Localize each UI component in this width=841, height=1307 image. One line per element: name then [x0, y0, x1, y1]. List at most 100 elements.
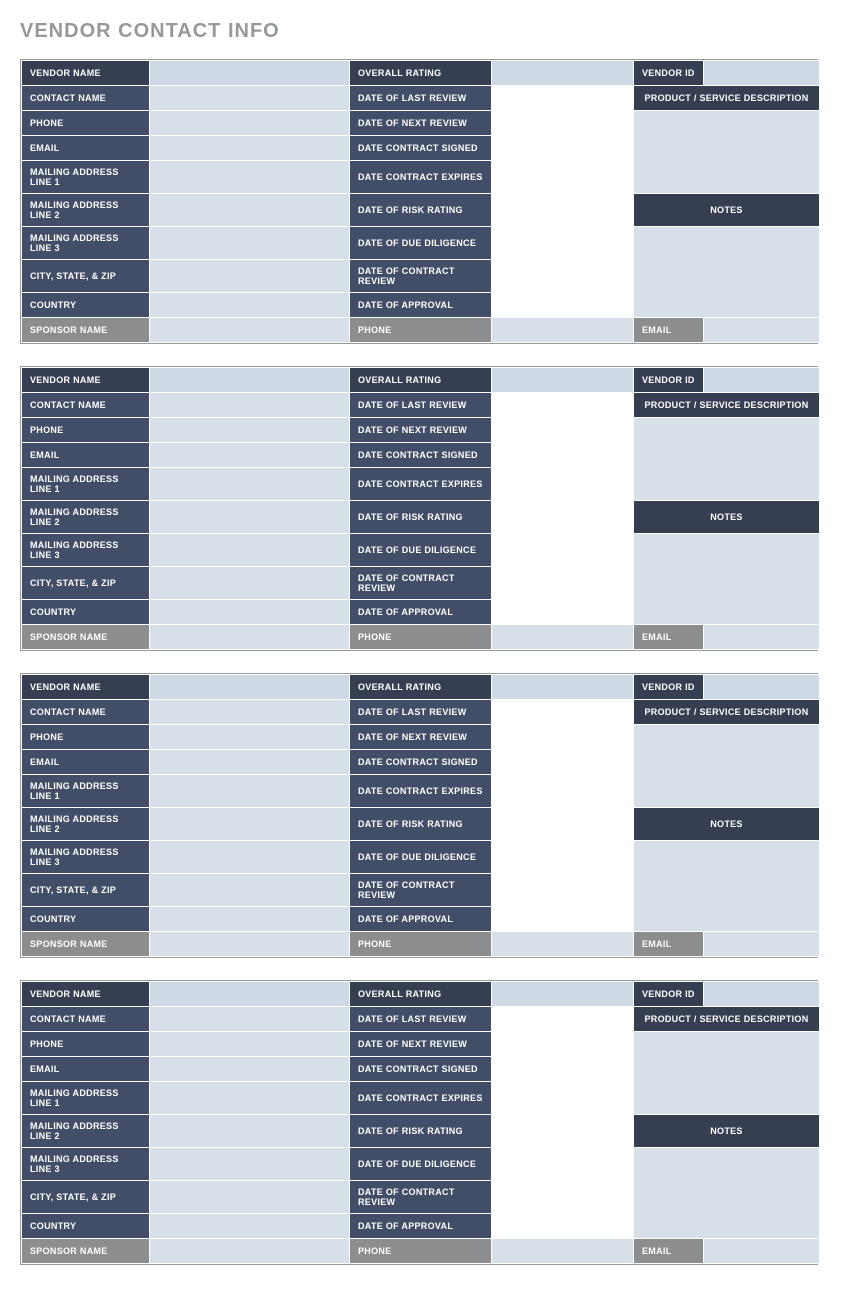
input-sponsor-email[interactable] [704, 625, 819, 649]
label-country: COUNTRY [22, 907, 150, 932]
input-mailing1[interactable] [150, 775, 349, 807]
input-date-due-diligence[interactable] [492, 1148, 633, 1180]
input-mailing1[interactable] [150, 1082, 349, 1114]
input-mailing3[interactable] [150, 841, 349, 873]
input-country[interactable] [150, 907, 349, 931]
input-notes[interactable] [634, 839, 819, 929]
input-vendor-id[interactable] [704, 61, 819, 85]
input-sponsor-name[interactable] [150, 318, 349, 342]
input-phone[interactable] [150, 111, 349, 135]
input-vendor-name[interactable] [150, 368, 349, 392]
input-vendor-id[interactable] [704, 982, 819, 1006]
input-vendor-name[interactable] [150, 982, 349, 1006]
input-contact-name[interactable] [150, 700, 349, 724]
input-date-risk-rating[interactable] [492, 194, 633, 226]
input-date-due-diligence[interactable] [492, 227, 633, 259]
input-vendor-id[interactable] [704, 368, 819, 392]
input-mailing3[interactable] [150, 534, 349, 566]
input-sponsor-phone[interactable] [492, 625, 633, 649]
input-vendor-name[interactable] [150, 675, 349, 699]
input-sponsor-email[interactable] [704, 1239, 819, 1263]
input-contact-name[interactable] [150, 1007, 349, 1031]
input-date-approval[interactable] [492, 907, 633, 931]
input-sponsor-email[interactable] [704, 932, 819, 956]
input-phone[interactable] [150, 1032, 349, 1056]
input-date-last-review[interactable] [492, 1007, 633, 1031]
input-product-desc[interactable] [634, 1030, 819, 1112]
input-mailing2[interactable] [150, 808, 349, 840]
input-date-contract-expires[interactable] [492, 468, 633, 500]
input-date-risk-rating[interactable] [492, 501, 633, 533]
input-email[interactable] [150, 1057, 349, 1081]
label-product-desc: PRODUCT / SERVICE DESCRIPTION [634, 86, 820, 111]
input-date-risk-rating[interactable] [492, 1115, 633, 1147]
input-date-contract-review[interactable] [492, 567, 633, 599]
input-city-state-zip[interactable] [150, 567, 349, 599]
input-product-desc[interactable] [634, 109, 819, 191]
input-phone[interactable] [150, 418, 349, 442]
input-mailing1[interactable] [150, 468, 349, 500]
input-date-approval[interactable] [492, 1214, 633, 1238]
input-mailing3[interactable] [150, 1148, 349, 1180]
input-country[interactable] [150, 600, 349, 624]
input-sponsor-phone[interactable] [492, 1239, 633, 1263]
input-phone[interactable] [150, 725, 349, 749]
input-date-contract-expires[interactable] [492, 1082, 633, 1114]
input-overall-rating[interactable] [492, 368, 633, 392]
input-mailing2[interactable] [150, 194, 349, 226]
input-overall-rating[interactable] [492, 675, 633, 699]
input-date-due-diligence[interactable] [492, 841, 633, 873]
input-date-next-review[interactable] [492, 725, 633, 749]
input-date-next-review[interactable] [492, 1032, 633, 1056]
input-sponsor-name[interactable] [150, 625, 349, 649]
input-date-last-review[interactable] [492, 700, 633, 724]
input-date-contract-signed[interactable] [492, 1057, 633, 1081]
input-email[interactable] [150, 750, 349, 774]
input-date-approval[interactable] [492, 600, 633, 624]
input-overall-rating[interactable] [492, 61, 633, 85]
input-date-contract-expires[interactable] [492, 775, 633, 807]
input-date-due-diligence[interactable] [492, 534, 633, 566]
input-date-risk-rating[interactable] [492, 808, 633, 840]
input-sponsor-name[interactable] [150, 1239, 349, 1263]
input-mailing1[interactable] [150, 161, 349, 193]
input-date-contract-signed[interactable] [492, 136, 633, 160]
input-sponsor-email[interactable] [704, 318, 819, 342]
input-sponsor-phone[interactable] [492, 318, 633, 342]
input-date-last-review[interactable] [492, 86, 633, 110]
input-sponsor-name[interactable] [150, 932, 349, 956]
input-date-contract-signed[interactable] [492, 443, 633, 467]
input-date-last-review[interactable] [492, 393, 633, 417]
input-contact-name[interactable] [150, 393, 349, 417]
input-vendor-id[interactable] [704, 675, 819, 699]
input-city-state-zip[interactable] [150, 1181, 349, 1213]
label-phone: PHONE [22, 111, 150, 136]
input-notes[interactable] [634, 1146, 819, 1236]
input-country[interactable] [150, 1214, 349, 1238]
input-date-contract-expires[interactable] [492, 161, 633, 193]
input-email[interactable] [150, 136, 349, 160]
input-sponsor-phone[interactable] [492, 932, 633, 956]
input-date-contract-review[interactable] [492, 260, 633, 292]
input-contact-name[interactable] [150, 86, 349, 110]
input-country[interactable] [150, 293, 349, 317]
input-mailing3[interactable] [150, 227, 349, 259]
input-product-desc[interactable] [634, 416, 819, 498]
input-date-contract-signed[interactable] [492, 750, 633, 774]
input-vendor-name[interactable] [150, 61, 349, 85]
input-product-desc[interactable] [634, 723, 819, 805]
input-email[interactable] [150, 443, 349, 467]
input-mailing2[interactable] [150, 501, 349, 533]
input-date-next-review[interactable] [492, 418, 633, 442]
input-city-state-zip[interactable] [150, 874, 349, 906]
input-overall-rating[interactable] [492, 982, 633, 1006]
input-city-state-zip[interactable] [150, 260, 349, 292]
label-date-contract-review: DATE OF CONTRACT REVIEW [350, 260, 492, 293]
input-date-next-review[interactable] [492, 111, 633, 135]
input-notes[interactable] [634, 532, 819, 622]
input-date-approval[interactable] [492, 293, 633, 317]
input-date-contract-review[interactable] [492, 874, 633, 906]
input-mailing2[interactable] [150, 1115, 349, 1147]
input-date-contract-review[interactable] [492, 1181, 633, 1213]
input-notes[interactable] [634, 225, 819, 315]
